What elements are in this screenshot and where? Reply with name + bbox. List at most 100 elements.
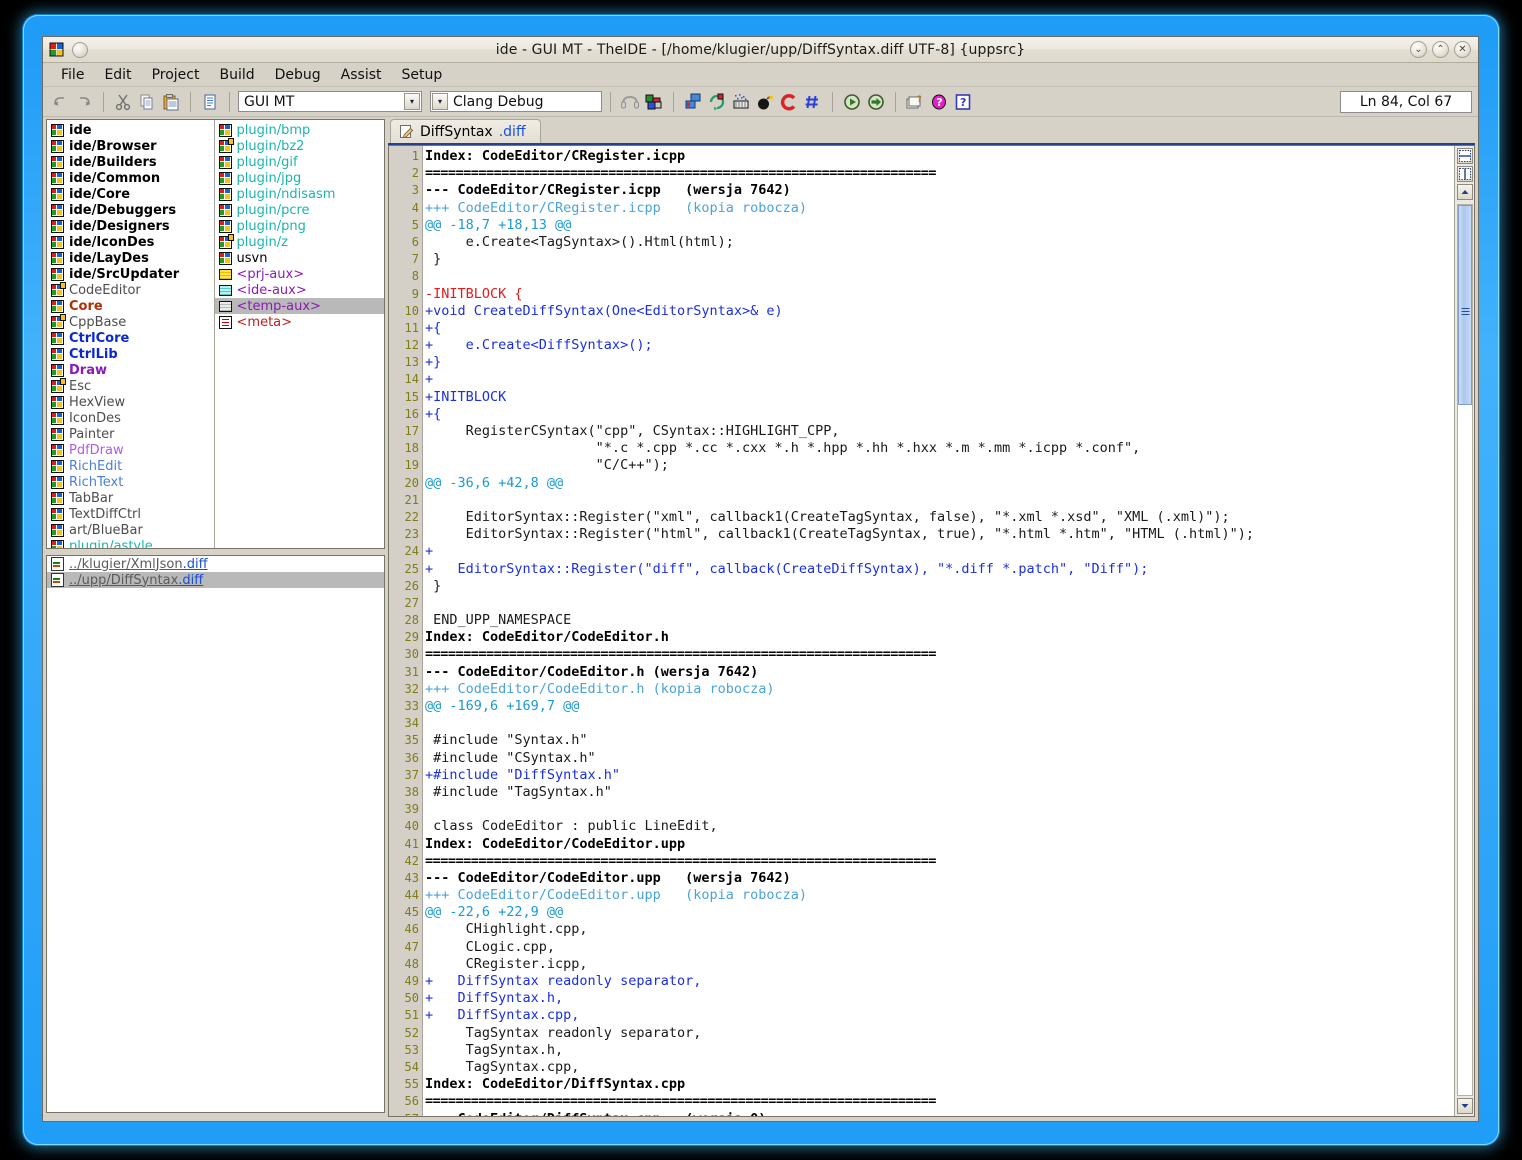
code-line[interactable]: TagSyntax.h, bbox=[423, 1042, 1454, 1059]
code-line[interactable]: +void CreateDiffSyntax(One<EditorSyntax>… bbox=[423, 303, 1454, 320]
package-list-item[interactable]: plugin/jpg bbox=[215, 170, 384, 186]
package-list-item[interactable]: plugin/bmp bbox=[215, 122, 384, 138]
code-line[interactable]: +{ bbox=[423, 320, 1454, 337]
package-list-item[interactable]: ide/Builders bbox=[47, 154, 214, 170]
scroll-up-button[interactable] bbox=[1457, 184, 1473, 200]
build-icon[interactable] bbox=[682, 91, 704, 113]
package-list-item[interactable]: HexView bbox=[47, 394, 214, 410]
code-line[interactable]: class CodeEditor : public LineEdit, bbox=[423, 818, 1454, 835]
code-line[interactable]: "*.c *.cpp *.cc *.cxx *.h *.hpp *.hh *.h… bbox=[423, 440, 1454, 457]
paste-icon[interactable] bbox=[160, 91, 182, 113]
code-line[interactable]: ========================================… bbox=[423, 853, 1454, 870]
code-line[interactable]: } bbox=[423, 251, 1454, 268]
package-list-item[interactable]: RichText bbox=[47, 474, 214, 490]
menu-item-setup[interactable]: Setup bbox=[392, 65, 453, 85]
code-line[interactable]: #include "Syntax.h" bbox=[423, 732, 1454, 749]
code-line[interactable]: END_UPP_NAMESPACE bbox=[423, 612, 1454, 629]
package-list-item[interactable]: ide/Core bbox=[47, 186, 214, 202]
package-list-item[interactable]: plugin/bz2 bbox=[215, 138, 384, 154]
code-line[interactable]: Index: CodeEditor/CodeEditor.upp bbox=[423, 836, 1454, 853]
package-list-item[interactable]: PdfDraw bbox=[47, 442, 214, 458]
about-icon[interactable]: ? bbox=[904, 91, 926, 113]
code-line[interactable]: +{ bbox=[423, 406, 1454, 423]
code-line[interactable]: +INITBLOCK bbox=[423, 389, 1454, 406]
code-line[interactable] bbox=[423, 715, 1454, 732]
chevron-down-icon[interactable]: ▾ bbox=[432, 93, 448, 110]
code-line[interactable]: CLogic.cpp, bbox=[423, 939, 1454, 956]
package-list-item[interactable]: RichEdit bbox=[47, 458, 214, 474]
split-vertical-icon[interactable] bbox=[1457, 166, 1473, 182]
package-list-item[interactable]: CtrlLib bbox=[47, 346, 214, 362]
package-list-item[interactable]: ide/Designers bbox=[47, 218, 214, 234]
package-list-item[interactable]: ide/Debuggers bbox=[47, 202, 214, 218]
headphones-icon[interactable] bbox=[619, 91, 641, 113]
code-line[interactable]: -INITBLOCK { bbox=[423, 286, 1454, 303]
package-list-item[interactable]: IconDes bbox=[47, 410, 214, 426]
code-line[interactable]: @@ -18,7 +18,13 @@ bbox=[423, 217, 1454, 234]
code-line[interactable]: + bbox=[423, 543, 1454, 560]
code-line[interactable]: --- CodeEditor/DiffSyntax.cpp (wersja 0) bbox=[423, 1111, 1454, 1117]
code-line[interactable]: CHighlight.cpp, bbox=[423, 921, 1454, 938]
package-list-item[interactable]: usvn bbox=[215, 250, 384, 266]
package-list-item[interactable]: plugin/png bbox=[215, 218, 384, 234]
copy-icon[interactable] bbox=[136, 91, 158, 113]
help-box-icon[interactable]: ? bbox=[952, 91, 974, 113]
close-button[interactable]: ✕ bbox=[1454, 41, 1471, 58]
code-line[interactable]: + EditorSyntax::Register("diff", callbac… bbox=[423, 561, 1454, 578]
minimize-button[interactable]: ⌄ bbox=[1410, 41, 1427, 58]
code-area[interactable]: Index: CodeEditor/CRegister.icpp========… bbox=[423, 146, 1454, 1116]
hash-icon[interactable] bbox=[802, 91, 824, 113]
package-list-item[interactable]: Esc bbox=[47, 378, 214, 394]
file-list-item[interactable]: ../upp/DiffSyntax.diff bbox=[47, 572, 384, 588]
menu-item-debug[interactable]: Debug bbox=[265, 65, 331, 85]
code-line[interactable]: ========================================… bbox=[423, 1093, 1454, 1110]
code-line[interactable]: #include "CSyntax.h" bbox=[423, 750, 1454, 767]
package-list-item[interactable]: TextDiffCtrl bbox=[47, 506, 214, 522]
split-horizontal-icon[interactable] bbox=[1457, 148, 1473, 164]
run-icon[interactable] bbox=[841, 91, 863, 113]
chevron-down-icon[interactable]: ▾ bbox=[404, 93, 420, 110]
package-organizer-icon[interactable] bbox=[643, 91, 665, 113]
package-list-item[interactable]: <meta> bbox=[215, 314, 384, 330]
build-mode-combo[interactable]: Clang Debug ▾ bbox=[430, 91, 602, 112]
code-line[interactable] bbox=[423, 492, 1454, 509]
code-line[interactable]: Index: CodeEditor/CodeEditor.h bbox=[423, 629, 1454, 646]
package-list-item[interactable]: Core bbox=[47, 298, 214, 314]
code-line[interactable]: "C/C++"); bbox=[423, 457, 1454, 474]
code-line[interactable]: Index: CodeEditor/CRegister.icpp bbox=[423, 148, 1454, 165]
menu-item-assist[interactable]: Assist bbox=[331, 65, 392, 85]
package-list-item[interactable]: plugin/ndisasm bbox=[215, 186, 384, 202]
package-list-item[interactable]: <temp-aux> bbox=[215, 298, 384, 314]
code-line[interactable]: + DiffSyntax readonly separator, bbox=[423, 973, 1454, 990]
vertical-scrollbar-thumb[interactable] bbox=[1458, 205, 1472, 405]
code-line[interactable]: +} bbox=[423, 354, 1454, 371]
file-list-item[interactable]: ../klugier/XmlJson.diff bbox=[47, 556, 384, 572]
undo-icon[interactable] bbox=[49, 91, 71, 113]
package-list-item[interactable]: ide/LayDes bbox=[47, 250, 214, 266]
code-line[interactable]: --- CodeEditor/CodeEditor.h (wersja 7642… bbox=[423, 664, 1454, 681]
rebuild-icon[interactable] bbox=[706, 91, 728, 113]
code-line[interactable]: EditorSyntax::Register("xml", callback1(… bbox=[423, 509, 1454, 526]
menu-item-edit[interactable]: Edit bbox=[94, 65, 141, 85]
file-list[interactable]: ../klugier/XmlJson.diff../upp/DiffSyntax… bbox=[46, 555, 385, 1113]
menu-item-project[interactable]: Project bbox=[142, 65, 210, 85]
code-line[interactable]: +++ CodeEditor/CodeEditor.upp (kopia rob… bbox=[423, 887, 1454, 904]
clean-icon[interactable] bbox=[730, 91, 752, 113]
code-line[interactable]: +++ CodeEditor/CRegister.icpp (kopia rob… bbox=[423, 200, 1454, 217]
build-method-combo[interactable]: GUI MT ▾ bbox=[238, 91, 422, 112]
package-list-item[interactable]: plugin/z bbox=[215, 234, 384, 250]
code-line[interactable]: --- CodeEditor/CRegister.icpp (wersja 76… bbox=[423, 182, 1454, 199]
code-line[interactable]: + DiffSyntax.h, bbox=[423, 990, 1454, 1007]
code-line[interactable]: ========================================… bbox=[423, 165, 1454, 182]
code-line[interactable]: CRegister.icpp, bbox=[423, 956, 1454, 973]
code-line[interactable]: @@ -36,6 +42,8 @@ bbox=[423, 475, 1454, 492]
package-list-item[interactable]: art/BlueBar bbox=[47, 522, 214, 538]
package-list[interactable]: ideide/Browseride/Builderside/Commonide/… bbox=[46, 119, 385, 549]
code-line[interactable]: @@ -169,6 +169,7 @@ bbox=[423, 698, 1454, 715]
redo-icon[interactable] bbox=[73, 91, 95, 113]
menu-item-file[interactable]: File bbox=[51, 65, 94, 85]
package-list-item[interactable]: ide/Common bbox=[47, 170, 214, 186]
scroll-down-button[interactable] bbox=[1457, 1098, 1473, 1114]
code-line[interactable]: EditorSyntax::Register("html", callback1… bbox=[423, 526, 1454, 543]
help-question-icon[interactable]: ? bbox=[928, 91, 950, 113]
